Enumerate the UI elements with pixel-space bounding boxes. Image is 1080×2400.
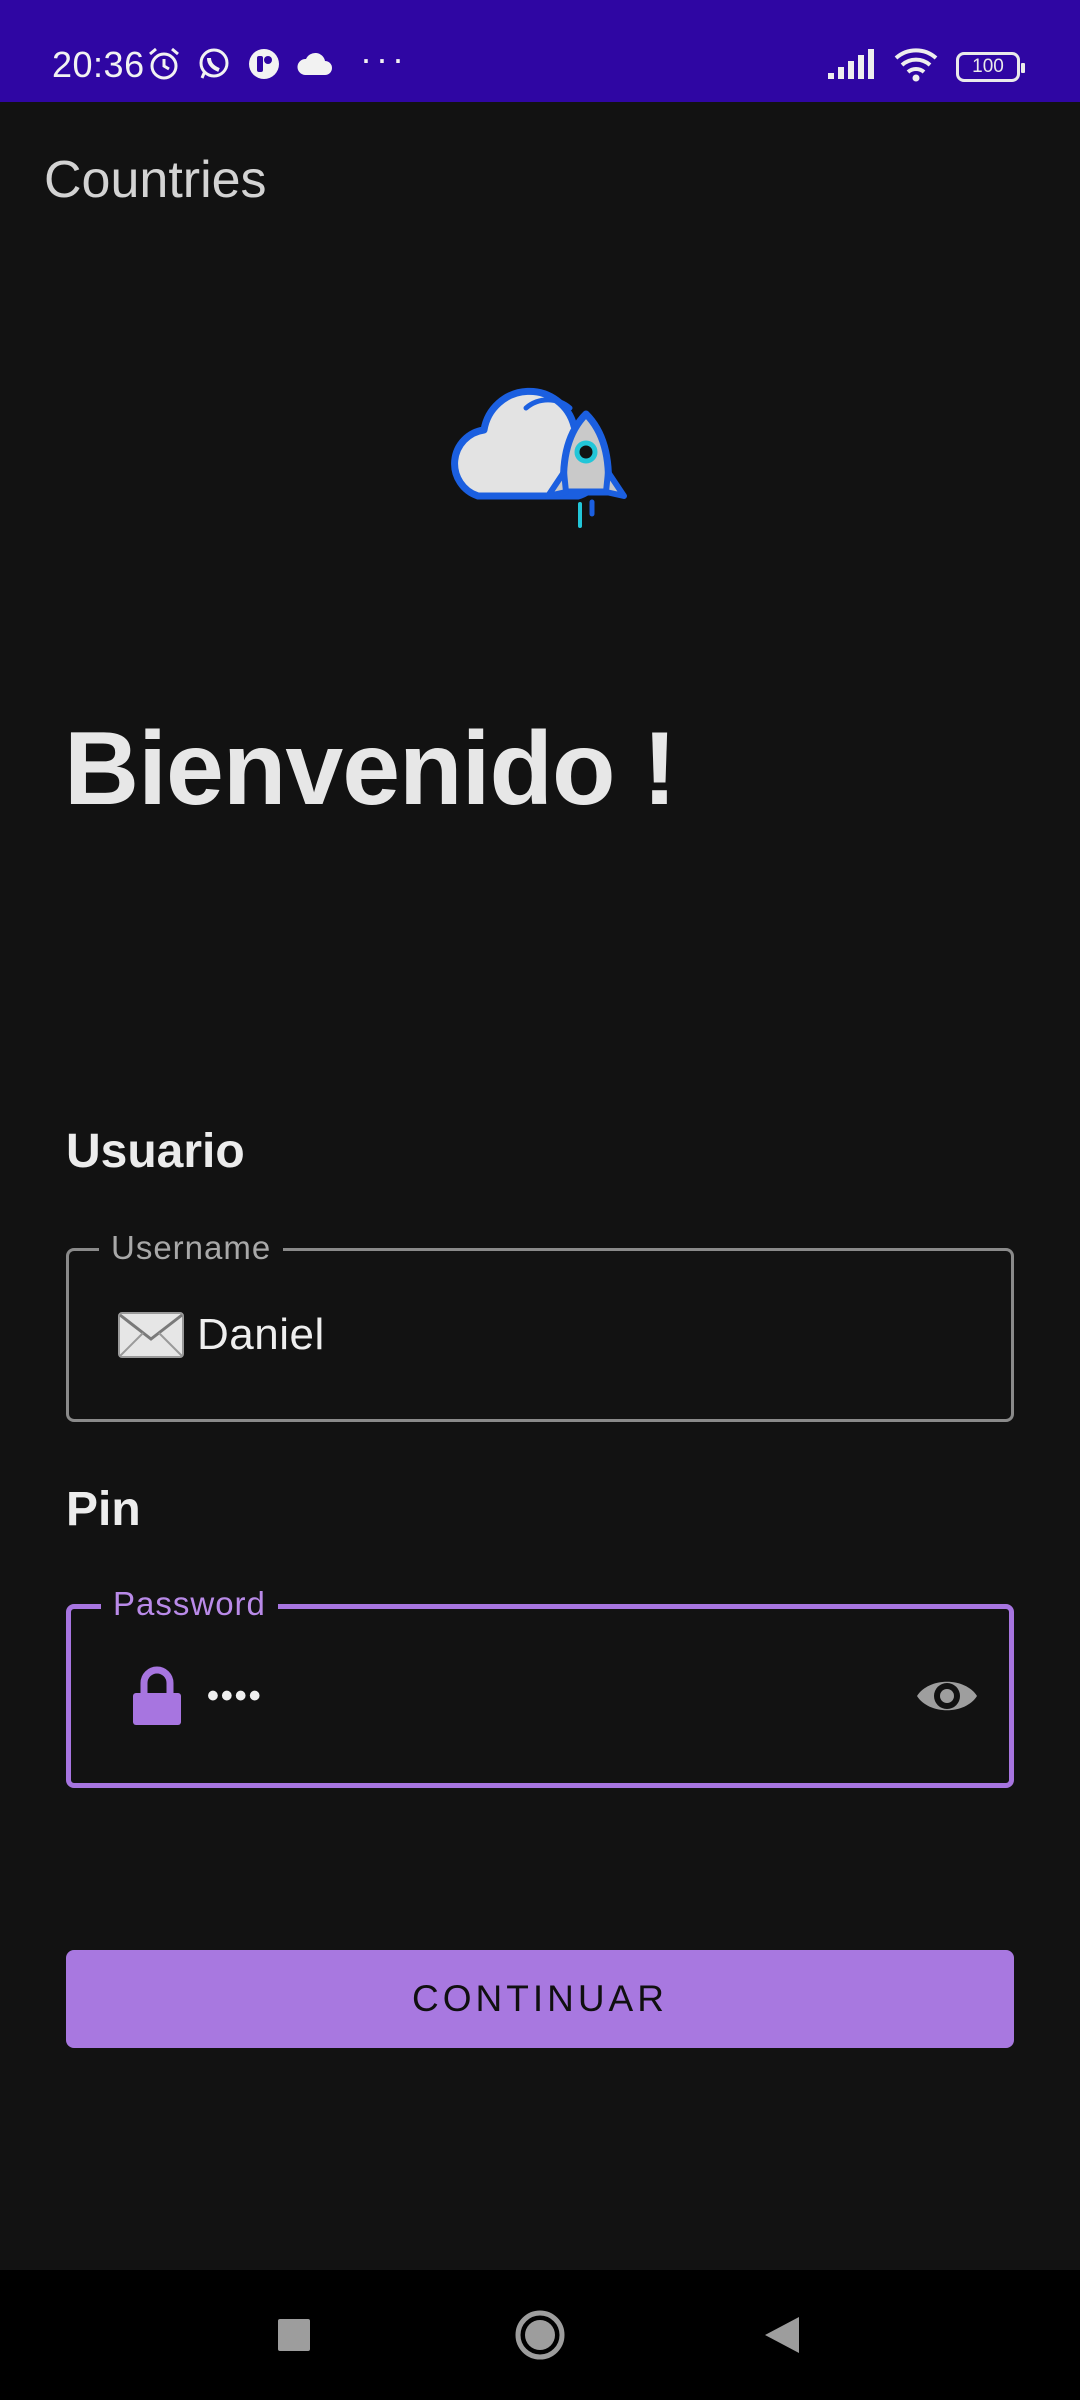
square-icon	[278, 2319, 310, 2351]
recents-button[interactable]	[234, 2270, 354, 2400]
welcome-heading: Bienvenido !	[64, 711, 677, 827]
circle-icon	[515, 2310, 565, 2360]
user-section-label: Usuario	[66, 1125, 245, 1178]
status-notification-icons	[146, 46, 348, 87]
status-time: 20:36	[52, 44, 145, 85]
more-notifications-icon: ···	[360, 38, 408, 79]
home-button[interactable]	[480, 2270, 600, 2400]
eye-icon[interactable]	[915, 1665, 979, 1727]
cloud-rocket-logo	[451, 387, 627, 528]
lock-icon	[133, 1666, 181, 1725]
username-field[interactable]: Username Daniel	[66, 1229, 1014, 1422]
continue-button[interactable]: CONTINUAR	[66, 1950, 1014, 2048]
app-icon	[246, 46, 282, 87]
username-value: Daniel	[197, 1310, 325, 1359]
signal-icon	[826, 47, 876, 86]
password-value: ••••	[207, 1676, 263, 1715]
back-button[interactable]	[722, 2270, 842, 2400]
alarm-icon	[146, 46, 182, 87]
battery-icon: 100	[956, 51, 1025, 82]
envelope-icon	[118, 1312, 184, 1358]
wifi-icon	[892, 46, 940, 87]
navigation-bar	[0, 2270, 1080, 2400]
status-system-icons: 100	[810, 46, 1025, 87]
password-field[interactable]: Password ••••	[66, 1585, 1014, 1788]
app-title: Countries	[44, 151, 267, 209]
pin-section-label: Pin	[66, 1483, 141, 1536]
whatsapp-icon	[196, 46, 232, 87]
back-triangle-icon	[765, 2317, 799, 2353]
cloud-icon	[296, 49, 334, 84]
status-bar: 20:36 ··· 100	[0, 0, 1080, 102]
